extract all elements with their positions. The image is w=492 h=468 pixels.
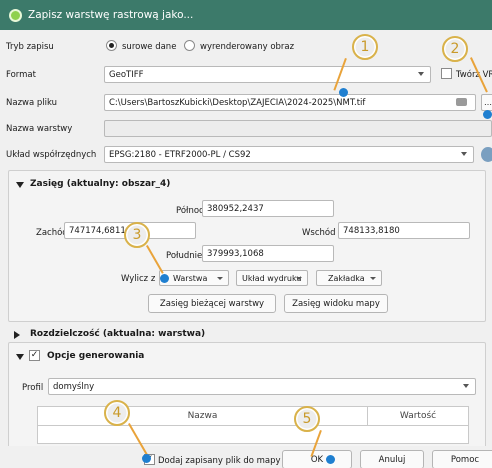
qgis-logo-icon — [9, 8, 22, 22]
west-label: Zachód — [36, 228, 68, 238]
north-label: Północ — [176, 206, 204, 216]
extent-title: Zasięg (aktualny: obszar_4) — [30, 179, 171, 189]
layername-label: Nazwa warstwy — [6, 124, 73, 134]
current-layer-extent-button[interactable]: Zasięg bieżącej warstwy — [148, 294, 276, 313]
crs-select[interactable]: EPSG:2180 - ETRF2000-PL / CS92 — [104, 146, 474, 163]
callout-badge-1: 1 — [352, 34, 378, 60]
south-value: 379993,1068 — [207, 248, 264, 259]
format-select[interactable]: GeoTIFF — [104, 66, 431, 83]
options-title: Opcje generowania — [47, 351, 145, 361]
map-view-extent-label: Zasięg widoku mapy — [292, 298, 380, 309]
create-vrt-checkbox[interactable] — [441, 68, 452, 79]
cancel-button[interactable]: Anuluj — [360, 450, 424, 468]
chevron-down-icon — [461, 152, 467, 156]
col-value: Wartość — [399, 411, 437, 421]
callout-dot-4 — [142, 454, 151, 463]
profile-select[interactable]: domyślny — [48, 378, 476, 395]
north-value: 380952,2437 — [207, 203, 264, 214]
layer-button[interactable]: Warstwa — [159, 270, 229, 286]
add-to-map-label: Dodaj zapisany plik do mapy — [158, 456, 281, 466]
east-value: 748133,8180 — [343, 225, 400, 236]
callout-dot-3 — [160, 274, 169, 283]
callout-badge-3: 3 — [124, 222, 150, 248]
expand-resolution-icon[interactable] — [14, 331, 20, 339]
browse-button[interactable]: … — [481, 94, 492, 111]
ok-button[interactable]: OK — [282, 450, 352, 468]
callout-badge-4: 4 — [104, 400, 130, 426]
east-input[interactable]: 748133,8180 — [338, 222, 470, 239]
options-table-header: Nazwa Wartość — [37, 406, 469, 426]
radio-rendered-image-label: wyrenderowany obraz — [200, 42, 295, 52]
layer-button-label: Warstwa — [173, 273, 208, 283]
checkmark-icon: ✓ — [30, 350, 39, 360]
north-input[interactable]: 380952,2437 — [202, 200, 334, 217]
format-label: Format — [6, 70, 36, 80]
callout-badge-5: 5 — [294, 406, 320, 432]
profile-value: domyślny — [53, 381, 95, 392]
filename-label: Nazwa pliku — [6, 98, 58, 108]
layername-input[interactable] — [104, 120, 492, 137]
format-value: GeoTIFF — [109, 69, 144, 80]
south-input[interactable]: 379993,1068 — [202, 245, 334, 262]
callout-dot-5 — [326, 455, 335, 464]
bookmark-button-label: Zakładka — [328, 273, 365, 283]
west-value: 747174,6811 — [69, 225, 126, 236]
create-vrt-label: Twórz VR — [456, 70, 492, 80]
layout-button[interactable]: Układ wydruku — [236, 270, 308, 286]
window-title: Zapisz warstwę rastrową jako... — [28, 9, 194, 21]
crs-value: EPSG:2180 - ETRF2000-PL / CS92 — [109, 149, 251, 160]
filename-value: C:\Users\BartoszKubicki\Desktop\ZAJECIA\… — [109, 97, 366, 108]
callout-dot-1 — [339, 88, 348, 97]
bookmark-button[interactable]: Zakładka — [316, 270, 382, 286]
title-bar: Zapisz warstwę rastrową jako... — [0, 0, 492, 30]
mode-label: Tryb zapisu — [6, 42, 54, 52]
collapse-extent-icon[interactable] — [16, 182, 24, 188]
radio-raw-data-label: surowe dane — [122, 42, 177, 52]
ok-button-label: OK — [310, 454, 324, 465]
layout-button-label: Układ wydruku — [242, 273, 302, 283]
calc-from-label: Wylicz z — [121, 274, 156, 284]
collapse-options-icon[interactable] — [16, 354, 24, 360]
map-view-extent-button[interactable]: Zasięg widoku mapy — [284, 294, 388, 313]
profile-label: Profil — [22, 383, 44, 393]
radio-rendered-image[interactable] — [184, 40, 195, 51]
options-checkbox[interactable]: ✓ — [29, 350, 40, 361]
filename-input[interactable]: C:\Users\BartoszKubicki\Desktop\ZAJECIA\… — [104, 94, 476, 111]
help-button[interactable]: Pomoc — [432, 450, 492, 468]
callout-badge-2: 2 — [442, 36, 468, 62]
callout-dot-2 — [483, 110, 492, 119]
chevron-down-icon — [463, 384, 469, 388]
crs-label: Układ współrzędnych — [6, 150, 97, 160]
clear-field-icon[interactable] — [456, 98, 467, 106]
resolution-title: Rozdzielczość (aktualna: warstwa) — [30, 329, 206, 339]
globe-crs-icon[interactable] — [481, 147, 492, 162]
help-button-label: Pomoc — [450, 454, 480, 465]
current-layer-extent-label: Zasięg bieżącej warstwy — [159, 298, 265, 309]
south-label: Południe — [166, 251, 203, 261]
chevron-down-icon — [418, 72, 424, 76]
east-label: Wschód — [302, 228, 336, 238]
cancel-button-label: Anuluj — [378, 454, 406, 465]
radio-raw-data[interactable] — [106, 40, 117, 51]
